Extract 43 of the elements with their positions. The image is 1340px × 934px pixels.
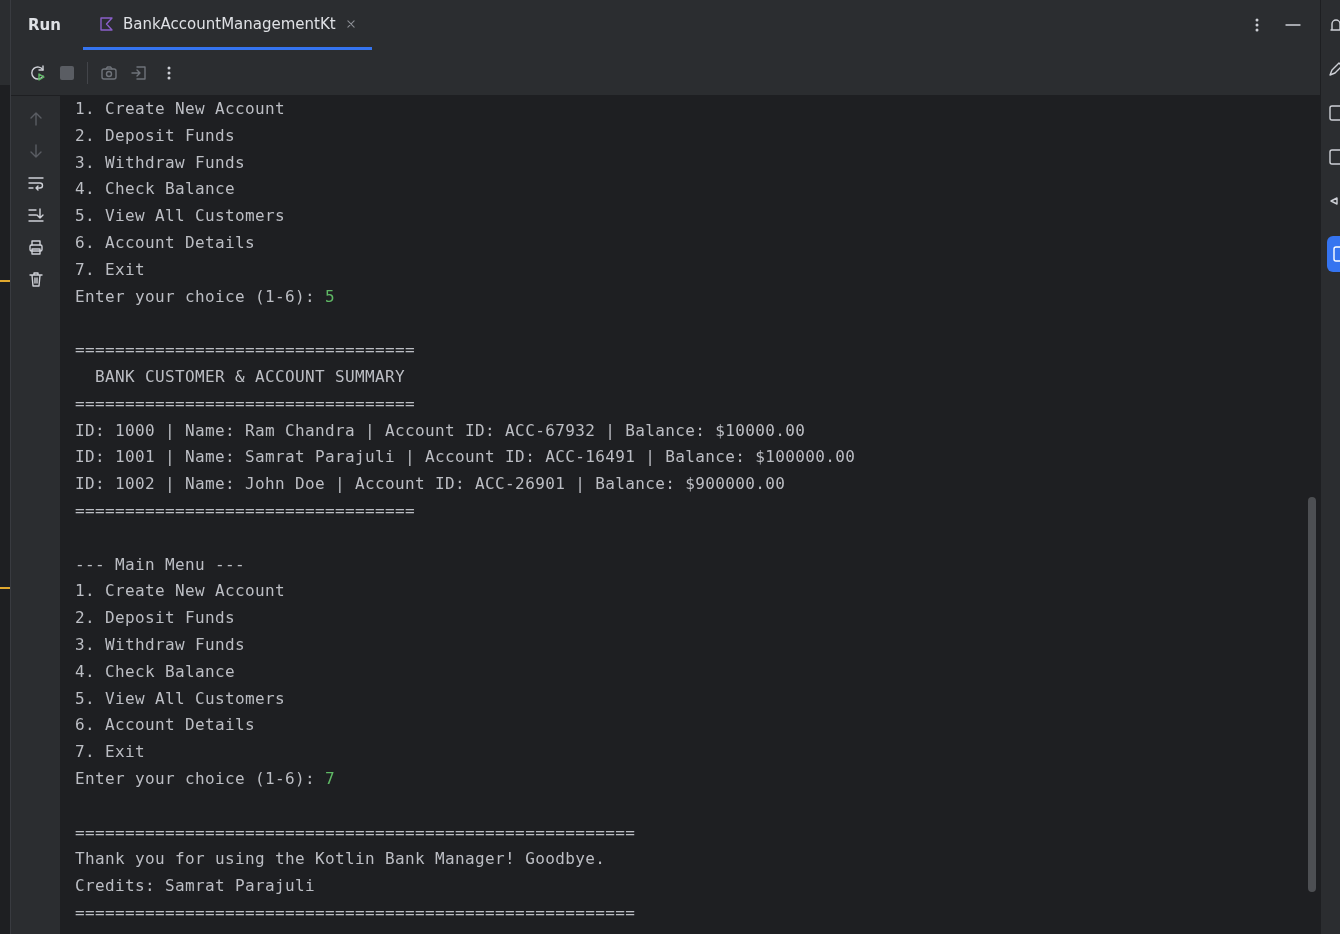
- console-line: 1. Create New Account: [75, 98, 287, 120]
- typed-choice-text: 7: [325, 768, 336, 788]
- console-line: 3. Withdraw Funds: [75, 633, 247, 656]
- rerun-icon[interactable]: [29, 63, 47, 82]
- console-line: 2. Deposit Funds: [75, 124, 237, 147]
- scroll-end-icon[interactable]: [26, 206, 45, 224]
- console-line: 3. Withdraw Funds: [75, 151, 247, 174]
- console-line: 5. View All Customers: [75, 205, 287, 228]
- typed-choice-text: 5: [325, 286, 336, 306]
- console-line: 5. View All Customers: [75, 687, 287, 710]
- pen-icon[interactable]: [1327, 60, 1340, 78]
- console-line: 2. Deposit Funds: [75, 607, 237, 630]
- console-line: BANK CUSTOMER & ACCOUNT SUMMARY: [94, 365, 407, 388]
- exit-icon[interactable]: [130, 63, 148, 82]
- console-line: Thank you for using the Kotlin Bank Manager! Goodbye.: [75, 848, 607, 871]
- panel-icon[interactable]: [1327, 104, 1340, 122]
- console-line: ========================================================: [75, 901, 637, 924]
- console-line: 6. Account Details: [75, 232, 257, 254]
- console-prompt: Enter your choice (1-6):: [75, 286, 317, 306]
- console-line: ========================================================: [75, 821, 637, 844]
- console-line: ==================================: [75, 499, 417, 522]
- print-icon[interactable]: [26, 238, 45, 256]
- console-line: ID: 1000 | Name: Ram Chandra | Account ID: ACC-67932 | Balance: $10000.00: [75, 419, 807, 442]
- camera-icon[interactable]: [100, 63, 118, 82]
- console-line: ID: 1001 | Name: Samrat Parajuli | Account ID: ACC-16491 | Balance: $100000.00: [75, 446, 857, 469]
- console-line: 7. Exit: [75, 741, 147, 764]
- console-prompt: Enter your choice (1-6):: [75, 768, 317, 788]
- console-line: 6. Account Details: [75, 714, 257, 737]
- console-line: --- Main Menu ---: [75, 553, 247, 576]
- console-line: 1. Create New Account: [75, 580, 287, 603]
- console-line: 4. Check Balance: [75, 660, 237, 683]
- console-line: 7. Exit: [75, 258, 147, 281]
- console-line: ==================================: [75, 392, 417, 415]
- console-line: ID: 1002 | Name: John Doe | Account ID: ACC-26901 | Balance: $900000.00: [75, 473, 787, 496]
- bell-icon[interactable]: [1327, 16, 1340, 34]
- panel-icon[interactable]: [1327, 148, 1340, 166]
- console-line: ==================================: [75, 339, 417, 362]
- console-line: 4. Check Balance: [75, 178, 237, 201]
- panel-title: Run: [28, 16, 61, 34]
- wrap-icon[interactable]: [26, 174, 45, 192]
- scrollbar-thumb[interactable]: [1308, 497, 1316, 892]
- console-line: Credits: Samrat Parajuli: [75, 875, 317, 898]
- trash-icon[interactable]: [26, 270, 45, 288]
